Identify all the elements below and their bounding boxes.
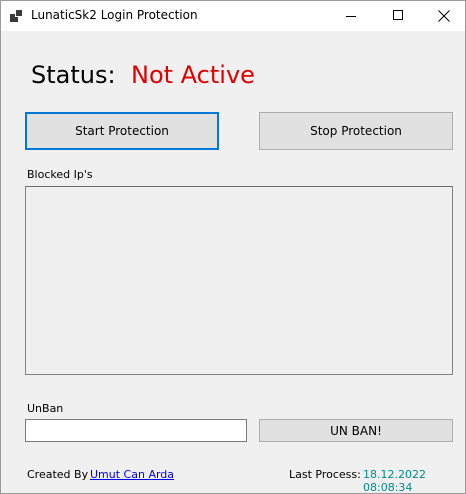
last-process-time: 18.12.2022 08:08:34	[363, 468, 426, 494]
blocked-ips-label: Blocked Ip's	[27, 168, 93, 181]
created-by-label: Created By	[27, 468, 89, 481]
close-button[interactable]	[421, 1, 466, 31]
minimize-button[interactable]	[329, 1, 375, 31]
status-value: Not Active	[131, 61, 255, 89]
stop-protection-button[interactable]: Stop Protection	[259, 112, 453, 150]
title-bar[interactable]: LunaticSk2 Login Protection	[1, 1, 465, 31]
minimize-icon	[346, 16, 356, 17]
blocked-ips-list[interactable]	[25, 186, 453, 375]
maximize-button[interactable]	[375, 1, 421, 31]
unban-button[interactable]: UN BAN!	[259, 419, 453, 442]
status-label: Status:	[31, 61, 116, 89]
close-icon	[438, 10, 450, 22]
maximize-icon	[393, 10, 403, 20]
app-window-icon	[10, 9, 24, 23]
main-window: LunaticSk2 Login Protection Status: Not …	[0, 0, 466, 494]
unban-label: UnBan	[27, 402, 64, 415]
window-title: LunaticSk2 Login Protection	[31, 8, 198, 22]
last-process-label: Last Process:	[289, 468, 361, 481]
author-link[interactable]: Umut Can Arda	[90, 468, 174, 481]
start-protection-button[interactable]: Start Protection	[25, 112, 219, 150]
unban-ip-input[interactable]	[25, 419, 247, 442]
